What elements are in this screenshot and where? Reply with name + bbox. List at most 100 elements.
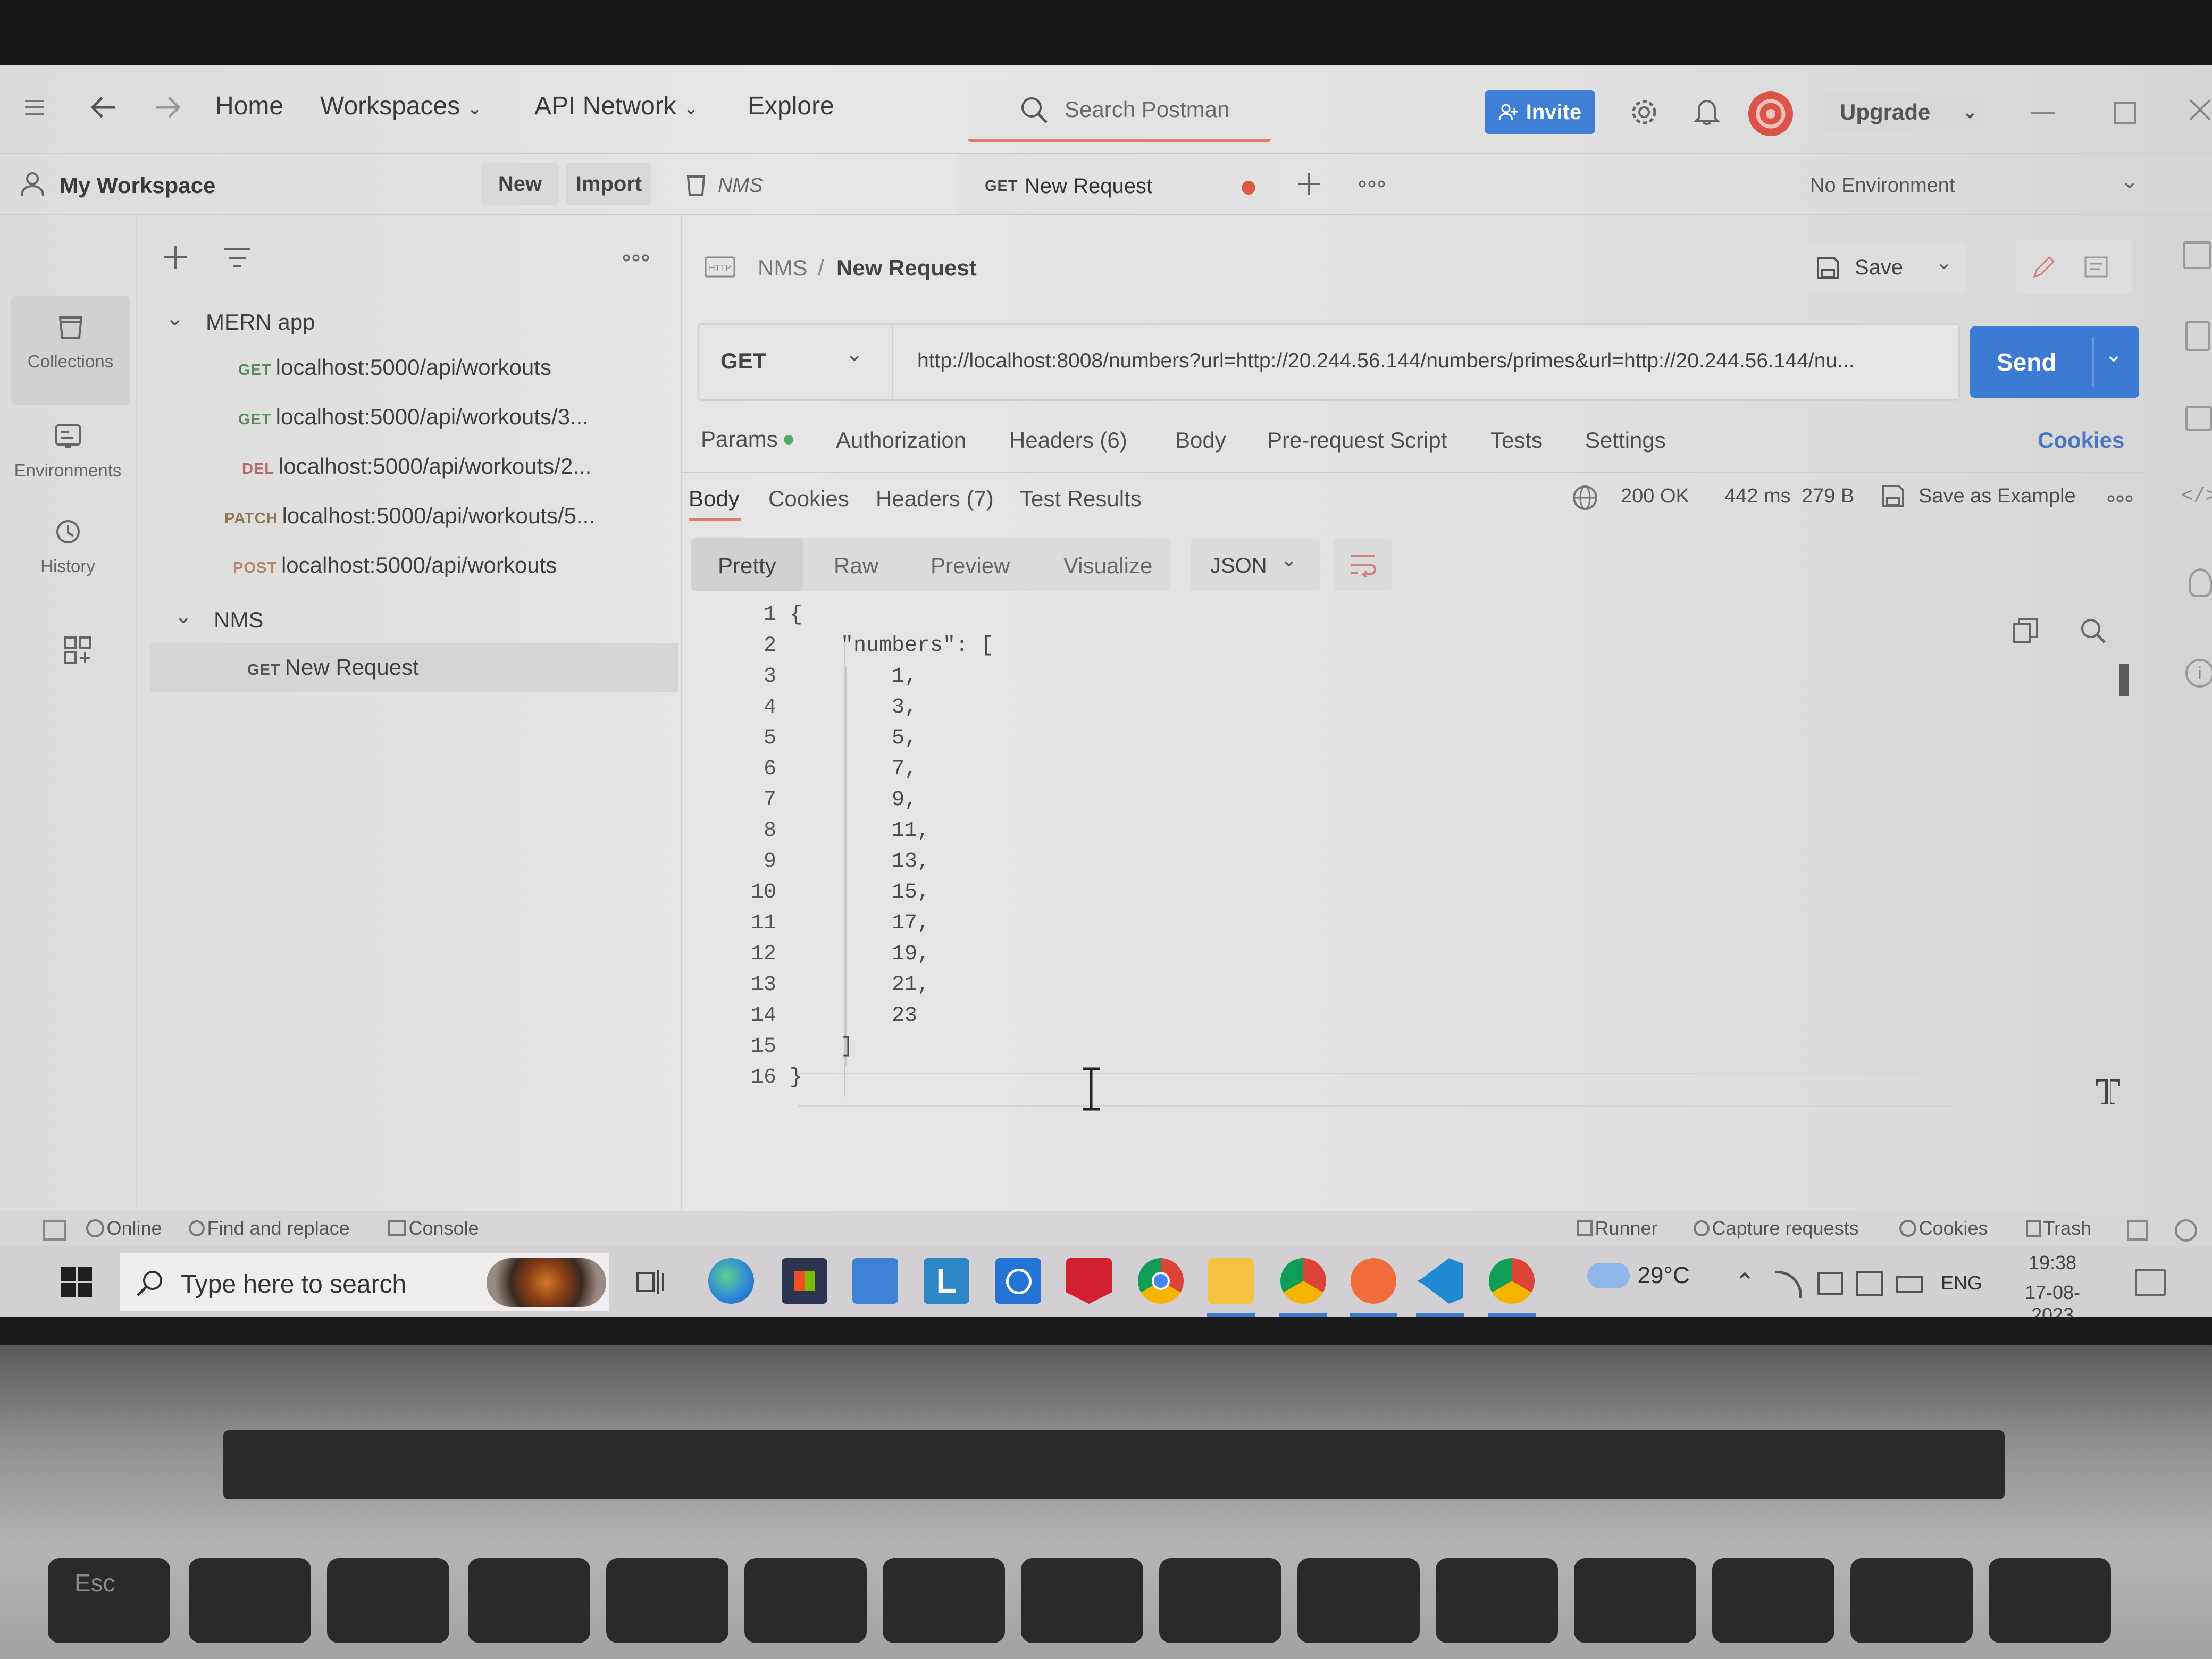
device-icon[interactable] [1856,1271,1883,1296]
console-button[interactable]: Console [388,1217,479,1239]
forward-icon[interactable] [154,96,181,119]
tab-pre-request-script[interactable]: Pre-request Script [1267,428,1447,453]
vscode-icon[interactable] [1417,1258,1463,1304]
edit-button[interactable] [2015,240,2132,294]
more-options-icon[interactable] [622,253,650,263]
edge-icon[interactable] [708,1258,754,1304]
windows-start-icon[interactable] [61,1267,92,1297]
more-tabs-icon[interactable] [1359,179,1385,189]
tree-item-selected[interactable]: GET New Request [150,643,678,692]
online-status[interactable]: Online [86,1217,162,1239]
avatar[interactable] [1748,91,1793,136]
tab-authorization[interactable]: Authorization [836,428,966,453]
mail-icon[interactable] [852,1258,898,1304]
view-raw[interactable]: Raw [834,553,878,579]
response-tab-cookies[interactable]: Cookies [768,486,849,512]
menu-icon[interactable] [24,98,45,117]
tab-headers[interactable]: Headers (6) [1009,428,1127,453]
more-options-icon[interactable] [2107,493,2133,504]
language-indicator[interactable]: ENG [1941,1272,1982,1294]
response-time[interactable]: 442 ms [1724,485,1791,508]
taskbar-search[interactable]: Type here to search [120,1253,609,1311]
task-view-icon[interactable] [635,1268,666,1296]
close-icon[interactable] [2188,98,2212,122]
code-editor[interactable]: T 1{2 "numbers": [3 1,4 3,5 5,6 7,7 9,8 … [691,603,2129,1161]
gear-icon[interactable] [1630,98,1658,127]
tree-item[interactable]: DEL localhost:5000/api/workouts/2... [242,454,591,479]
doc-icon[interactable] [2185,321,2210,351]
import-button[interactable]: Import [566,163,651,205]
response-size[interactable]: 279 B [1802,485,1854,508]
file-explorer-icon[interactable] [1208,1258,1254,1304]
nav-home[interactable]: Home [215,91,283,121]
method-select[interactable]: GET ⌄ [699,325,893,399]
status-code[interactable]: 200 OK [1621,485,1689,508]
app-circle-icon[interactable] [995,1258,1041,1304]
scrollbar-thumb[interactable] [2119,664,2129,696]
tree-item[interactable]: GET localhost:5000/api/workouts/3... [238,404,589,430]
rail-environments[interactable]: Environments [0,405,136,506]
cookies-link[interactable]: Cookies [2038,428,2124,453]
upgrade-button[interactable]: Upgrade ⌄ [1824,90,1989,134]
clock[interactable]: 19:38 17-08-2023 [2007,1252,2098,1317]
view-preview[interactable]: Preview [931,553,1010,579]
workspace-name[interactable]: My Workspace [60,173,215,198]
chrome-profile-icon[interactable] [1280,1258,1326,1304]
docs-icon[interactable] [2183,241,2211,269]
chevron-up-icon[interactable]: ⌃ [1735,1268,1755,1296]
cookies-button[interactable]: Cookies [1899,1217,1988,1239]
nav-workspaces[interactable]: Workspaces ⌄ [320,91,482,121]
tab-body[interactable]: Body [1175,428,1226,453]
save-as-example-button[interactable]: Save as Example [1880,481,2092,513]
wrap-lines-icon[interactable] [1334,539,1392,591]
tab-tests[interactable]: Tests [1490,428,1543,453]
minimize-icon[interactable] [2031,112,2055,114]
info-icon[interactable]: i [2185,659,2212,688]
send-button[interactable]: Send ⌄ [1970,326,2139,398]
save-button[interactable]: Save ⌄ [1800,243,1966,292]
new-tab-button[interactable] [1296,171,1322,197]
app-l-icon[interactable]: L [924,1258,969,1304]
notifications-icon[interactable] [2135,1269,2166,1296]
environment-select[interactable]: No Environment ⌄ [1792,154,2139,214]
nav-explore[interactable]: Explore [748,91,834,121]
response-tab-test-results[interactable]: Test Results [1020,486,1142,512]
collection-mern-app[interactable]: ⌄ MERN app [165,304,643,345]
nav-api-network[interactable]: API Network ⌄ [534,91,699,121]
invite-button[interactable]: Invite [1485,90,1595,134]
breadcrumb-collection[interactable]: NMS [758,255,807,281]
runner-button[interactable]: Runner [1577,1217,1658,1239]
tab-nms[interactable]: NMS [681,154,957,214]
response-tab-headers[interactable]: Headers (7) [876,486,994,512]
new-button[interactable]: New [481,163,559,205]
trash-button[interactable]: Trash [2026,1217,2091,1239]
capture-requests-button[interactable]: Capture requests [1694,1217,1859,1239]
help-icon[interactable] [2175,1219,2197,1242]
rail-collections[interactable]: Collections [11,296,130,405]
rail-history[interactable]: History [0,506,136,607]
sidebar-toggle-icon[interactable] [43,1220,66,1241]
camera-icon[interactable] [1817,1272,1843,1295]
tree-item[interactable]: GET localhost:5000/api/workouts [238,355,551,380]
tab-new-request[interactable]: GET New Request [957,154,1276,214]
back-icon[interactable] [90,96,117,119]
layout-icon[interactable] [2127,1220,2148,1241]
url-input[interactable]: http://localhost:8008/numbers?url=http:/… [917,349,1943,373]
tree-item[interactable]: POST localhost:5000/api/workouts [233,552,557,578]
weather-widget[interactable]: 29°C [1587,1262,1690,1289]
comments-icon[interactable] [2185,406,2212,431]
lightbulb-icon[interactable] [2189,568,2212,597]
find-replace-button[interactable]: Find and replace [189,1217,350,1239]
store-icon[interactable] [782,1258,827,1304]
mcafee-icon[interactable] [1066,1258,1112,1304]
wifi-icon[interactable] [1775,1271,1802,1298]
chrome-second-icon[interactable] [1489,1258,1535,1304]
filter-icon[interactable] [223,247,251,270]
add-collection-icon[interactable] [162,244,189,271]
postman-icon[interactable] [1351,1258,1396,1304]
bell-icon[interactable] [1694,97,1720,127]
response-tab-body[interactable]: Body [689,486,740,512]
view-visualize[interactable]: Visualize [1063,553,1152,579]
view-pretty[interactable]: Pretty [691,538,803,591]
maximize-icon[interactable] [2114,102,2136,124]
